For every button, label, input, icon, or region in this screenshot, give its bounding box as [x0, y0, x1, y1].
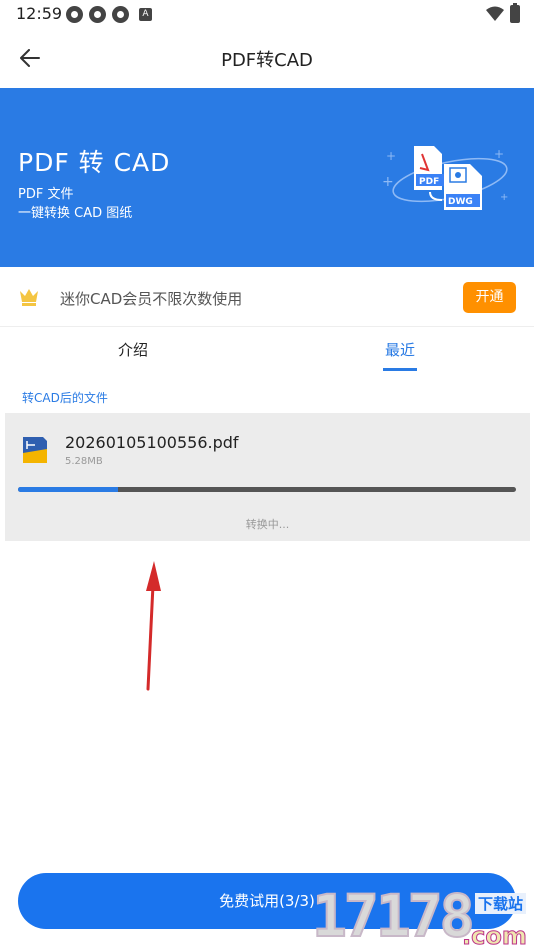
- conversion-status: 转换中...: [245, 518, 290, 531]
- watermark-digits: 17178: [311, 881, 476, 950]
- site-watermark-logo: 17178 下载站 .com: [311, 881, 534, 950]
- status-time: 12:59: [16, 4, 63, 23]
- vip-promo-row: 迷你CAD会员不限次数使用 开通: [0, 267, 534, 327]
- svg-text:+: +: [500, 192, 508, 203]
- watermark-label: 下载站: [475, 893, 527, 914]
- tab-intro[interactable]: 介绍: [118, 339, 148, 360]
- svg-text:+: +: [382, 174, 394, 190]
- app-bar: PDF转CAD: [0, 28, 534, 88]
- system-icons: [486, 3, 520, 23]
- page-title: PDF转CAD: [221, 50, 313, 71]
- feature-banner: PDF 转 CAD PDF 文件 一键转换 CAD 图纸 + + + + PDF…: [0, 88, 534, 267]
- app-notification-icon: [112, 6, 129, 23]
- pdf-to-dwg-illustration: + + + + PDF DWG: [382, 146, 508, 210]
- watermark-domain: .com: [462, 922, 528, 950]
- file-list-item[interactable]: 20260105100556.pdf 5.28MB 转换中...: [5, 413, 530, 541]
- wifi-icon: [486, 6, 504, 21]
- cad-file-icon: [23, 437, 47, 463]
- banner-title: PDF 转 CAD: [18, 148, 171, 177]
- a-icon: A: [139, 8, 152, 21]
- section-label: 转CAD后的文件: [22, 391, 108, 405]
- app-notification-icon: [66, 6, 83, 23]
- conversion-progress-fill: [18, 487, 118, 492]
- battery-icon: [510, 3, 520, 23]
- svg-text:+: +: [494, 147, 504, 161]
- activate-vip-button[interactable]: 开通: [463, 282, 516, 313]
- illustration-pdf-label: PDF: [419, 177, 439, 187]
- status-bar: 12:59 A: [0, 0, 534, 28]
- notification-icons: A: [66, 6, 152, 23]
- annotation-arrow-icon: [146, 561, 161, 691]
- vip-promo-text: 迷你CAD会员不限次数使用: [60, 290, 243, 308]
- tab-recent[interactable]: 最近: [385, 339, 415, 360]
- illustration-dwg-label: DWG: [448, 197, 473, 207]
- svg-text:+: +: [386, 149, 396, 163]
- file-size: 5.28MB: [65, 456, 103, 467]
- active-tab-indicator: [383, 368, 417, 371]
- file-name: 20260105100556.pdf: [65, 433, 239, 452]
- tab-bar: 介绍 最近: [0, 327, 534, 377]
- conversion-progress-bar: [18, 487, 516, 492]
- app-notification-icon: [89, 6, 106, 23]
- banner-subtitle-line1: PDF 文件: [18, 187, 74, 202]
- banner-subtitle-line2: 一键转换 CAD 图纸: [18, 206, 133, 221]
- crown-icon: [20, 289, 38, 306]
